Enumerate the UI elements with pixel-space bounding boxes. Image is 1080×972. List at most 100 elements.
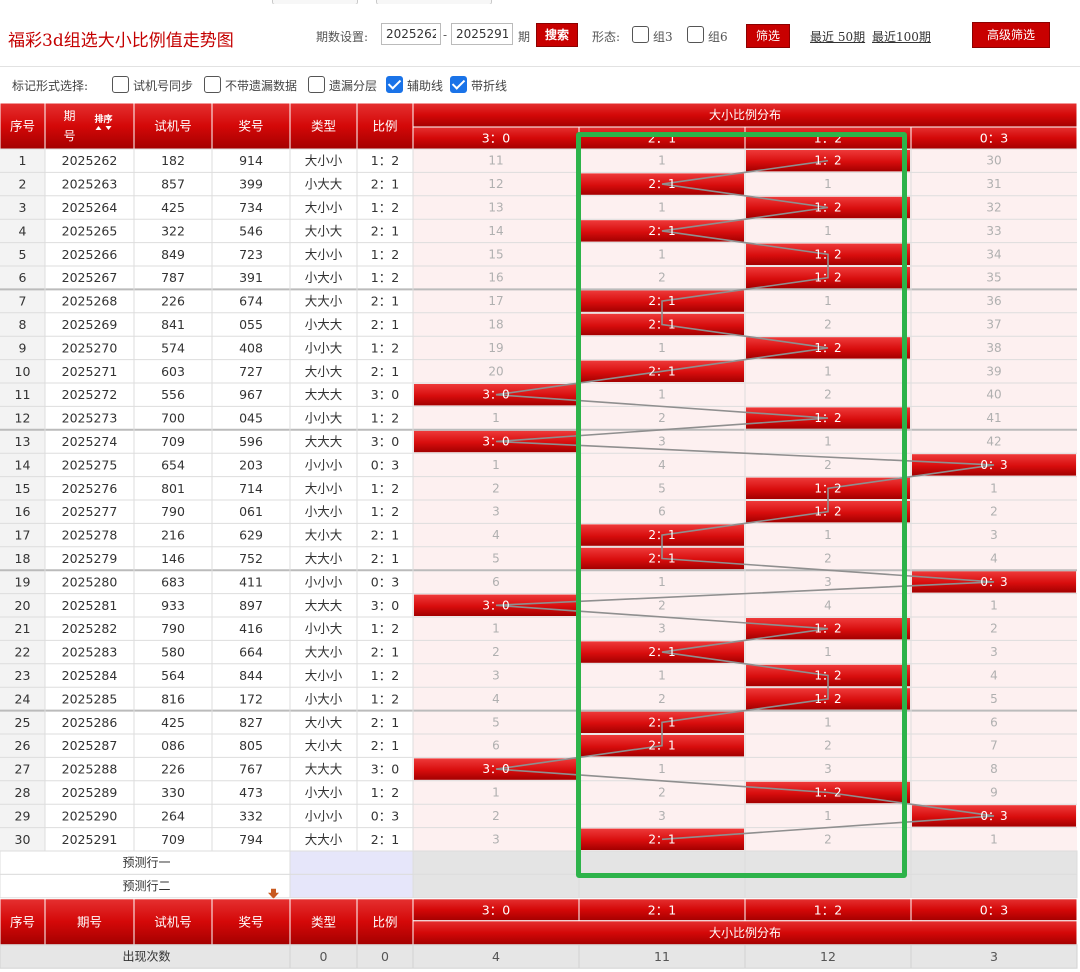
miss-value: 12 (488, 177, 503, 191)
miss-value: 1 (824, 177, 832, 191)
row-ratio: 0：3 (371, 574, 399, 589)
hit-cell-label: 2：1 (648, 552, 675, 566)
row-prize: 629 (239, 528, 263, 543)
trend-table: 序号期号排序 试机号 奖号 类型 比例大小比例分布3：0 2：1 1：2 0：31 202526… (0, 102, 1078, 969)
row-period: 2025285 (62, 691, 118, 706)
miss-value: 5 (492, 715, 500, 729)
row-index: 24 (15, 691, 31, 706)
row-period: 2025281 (62, 598, 118, 613)
row-index: 11 (15, 387, 31, 402)
row-type: 大大小 (305, 645, 343, 660)
miss-value: 3 (492, 505, 500, 519)
row-prize: 674 (239, 294, 263, 309)
hit-cell-label: 1：2 (814, 669, 841, 683)
row-type: 小大小 (305, 691, 343, 706)
footer-ratio-col: 1：2 (814, 902, 842, 917)
row-prize: 734 (239, 200, 263, 215)
row-index: 3 (19, 200, 27, 215)
row-type: 大大大 (305, 387, 343, 402)
row-prize: 055 (239, 317, 263, 332)
miss-value: 1 (990, 481, 998, 495)
miss-value: 2 (658, 411, 666, 425)
miss-value: 1 (824, 435, 832, 449)
row-trial: 849 (161, 247, 185, 262)
row-period: 2025272 (62, 387, 118, 402)
row-trial: 790 (161, 621, 185, 636)
row-trial: 816 (161, 691, 185, 706)
row-index: 15 (15, 481, 31, 496)
miss-value: 17 (488, 294, 503, 308)
hit-cell-label: 2：1 (648, 364, 675, 378)
row-type: 大小小 (305, 668, 343, 683)
row-period: 2025264 (62, 200, 118, 215)
row-type: 大小大 (305, 528, 343, 543)
row-trial: 564 (161, 668, 185, 683)
hit-cell-label: 3：0 (482, 435, 509, 449)
miss-value: 1 (658, 762, 666, 776)
row-period: 2025280 (62, 574, 118, 589)
row-type: 大大小 (305, 294, 343, 309)
count-value: 11 (654, 949, 670, 964)
hit-cell-label: 0：3 (980, 809, 1007, 823)
row-index: 22 (15, 645, 31, 660)
miss-value: 3 (492, 832, 500, 846)
row-trial: 226 (161, 762, 185, 777)
row-trial: 425 (161, 715, 185, 730)
predict-row-input (289, 873, 414, 899)
miss-value: 1 (990, 832, 998, 846)
miss-value: 14 (488, 224, 503, 238)
row-trial: 226 (161, 294, 185, 309)
row-period: 2025275 (62, 457, 118, 472)
row-ratio: 2：1 (371, 832, 399, 847)
hit-cell-label: 2：1 (648, 739, 675, 753)
row-ratio: 1：2 (371, 247, 399, 262)
miss-value: 30 (986, 154, 1001, 168)
miss-value: 2 (824, 318, 832, 332)
footer-ratio-col: 3：0 (482, 902, 510, 917)
row-period: 2025273 (62, 411, 118, 426)
row-ratio: 1：2 (371, 621, 399, 636)
row-type: 小大大 (305, 177, 343, 192)
miss-value: 2 (658, 598, 666, 612)
row-index: 20 (15, 598, 31, 613)
row-period: 2025288 (62, 762, 118, 777)
row-prize: 473 (239, 785, 263, 800)
miss-value: 31 (986, 177, 1001, 191)
miss-value: 5 (658, 481, 666, 495)
row-index: 21 (15, 621, 31, 636)
row-type: 大小大 (305, 223, 343, 238)
row-prize: 727 (239, 364, 263, 379)
row-type: 大小小 (305, 153, 343, 168)
row-period: 2025265 (62, 223, 118, 238)
miss-value: 1 (658, 154, 666, 168)
miss-value: 1 (658, 388, 666, 402)
row-index: 10 (15, 364, 31, 379)
row-prize: 664 (239, 645, 263, 660)
miss-value: 37 (986, 318, 1001, 332)
row-prize: 399 (239, 177, 263, 192)
hit-cell-label: 2：1 (648, 715, 675, 729)
row-ratio: 2：1 (371, 364, 399, 379)
row-period: 2025287 (62, 738, 118, 753)
miss-value: 1 (492, 786, 500, 800)
row-ratio: 1：2 (371, 668, 399, 683)
predict-row-label: 预测行二 (122, 879, 170, 893)
row-type: 大大大 (305, 762, 343, 777)
row-index: 4 (19, 223, 27, 238)
row-ratio: 1：2 (371, 340, 399, 355)
row-trial: 146 (161, 551, 185, 566)
footer-ratio: 比例 (372, 914, 397, 929)
row-index: 28 (15, 785, 31, 800)
miss-value: 1 (658, 247, 666, 261)
count-label: 出现次数 (122, 949, 170, 964)
row-index: 12 (15, 411, 31, 426)
row-trial: 425 (161, 200, 185, 215)
miss-value: 9 (990, 786, 998, 800)
miss-value: 2 (990, 505, 998, 519)
miss-value: 2 (824, 832, 832, 846)
footer-trial: 试机号 (154, 914, 192, 929)
miss-value: 3 (824, 762, 832, 776)
miss-value: 7 (990, 739, 998, 753)
hit-cell-label: 1：2 (814, 786, 841, 800)
miss-value: 2 (990, 622, 998, 636)
